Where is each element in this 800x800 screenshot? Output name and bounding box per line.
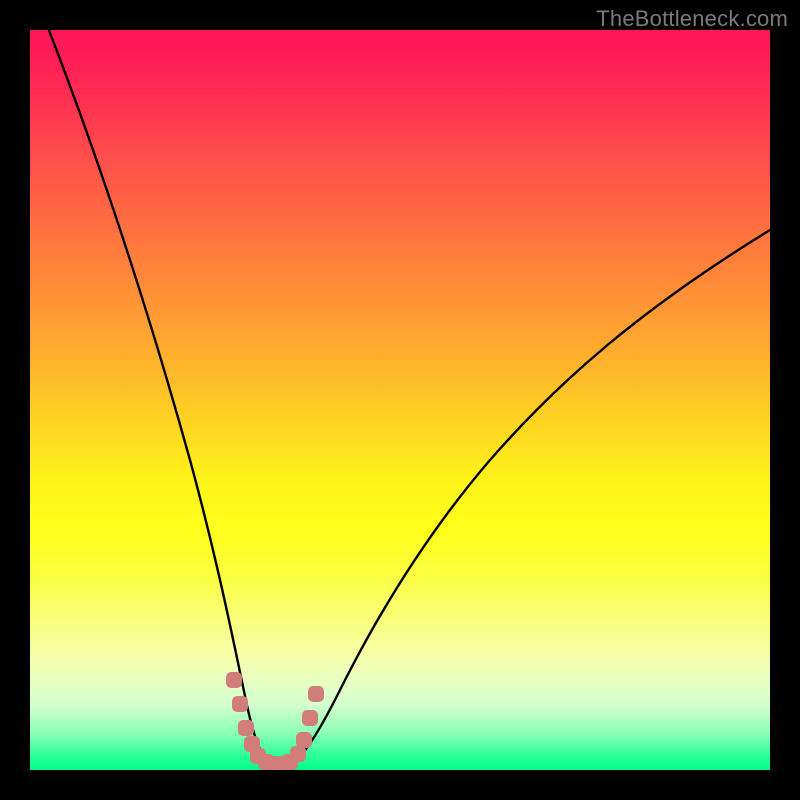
curve-layer	[30, 30, 770, 770]
bottleneck-curve	[37, 30, 770, 767]
minimum-highlight	[226, 672, 324, 770]
watermark-text: TheBottleneck.com	[596, 6, 788, 32]
plot-area	[30, 30, 770, 770]
chart-frame: TheBottleneck.com	[0, 0, 800, 800]
